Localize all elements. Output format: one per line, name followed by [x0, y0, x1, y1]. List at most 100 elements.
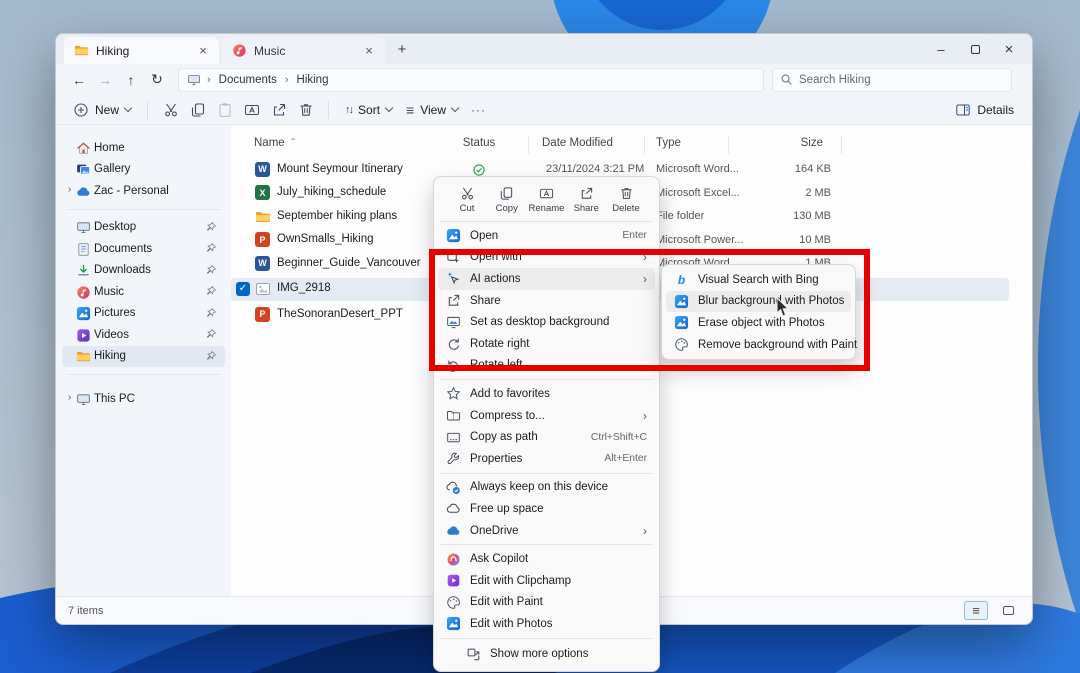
- rename-button[interactable]: [238, 98, 265, 122]
- image-file-icon: [255, 281, 271, 297]
- sidebar-item-home[interactable]: Home: [62, 137, 225, 159]
- sync-status-icon: [472, 163, 486, 177]
- sidebar-item-downloads[interactable]: Downloads: [62, 260, 225, 282]
- context-menu-item-open[interactable]: Open Enter: [438, 225, 655, 247]
- view-button[interactable]: ≡ View: [399, 98, 465, 122]
- menu-divider: [440, 221, 653, 222]
- search-input[interactable]: [799, 74, 1004, 86]
- cut-button[interactable]: [157, 98, 184, 122]
- minimize-button[interactable]: –: [924, 34, 958, 64]
- sidebar-item-label: Gallery: [94, 163, 130, 175]
- breadcrumb-item-documents[interactable]: Documents: [217, 73, 279, 87]
- rename-button[interactable]: Rename: [528, 184, 566, 216]
- sidebar-item-gallery[interactable]: Gallery: [62, 159, 225, 181]
- column-header-type[interactable]: Type: [656, 137, 681, 149]
- column-header-name[interactable]: Name⌃: [254, 137, 296, 149]
- context-menu-item-always-keep-on-device[interactable]: Always keep on this device: [438, 477, 655, 499]
- close-tab-icon[interactable]: ×: [195, 43, 211, 59]
- sidebar-item-desktop[interactable]: Desktop: [62, 217, 225, 239]
- tab-music[interactable]: Music ×: [222, 37, 385, 64]
- sidebar-divider: [66, 209, 221, 210]
- sidebar-item-this-pc[interactable]: › This PC: [62, 388, 225, 410]
- context-menu-item-edit-with-paint[interactable]: Edit with Paint: [438, 592, 655, 614]
- delete-button[interactable]: Delete: [607, 184, 645, 216]
- sidebar-item-documents[interactable]: Documents: [62, 238, 225, 260]
- column-divider[interactable]: [644, 136, 645, 154]
- context-menu-item-compress-to[interactable]: Compress to... ›: [438, 405, 655, 427]
- word-file-icon: W: [255, 162, 271, 178]
- copy-path-icon: [446, 430, 461, 445]
- back-button[interactable]: ←: [66, 68, 92, 92]
- close-tab-icon[interactable]: ×: [361, 43, 377, 59]
- column-divider[interactable]: [728, 136, 729, 154]
- quick-action-label: Delete: [612, 203, 639, 214]
- share-button[interactable]: [265, 98, 292, 122]
- pin-icon: [205, 264, 217, 276]
- sidebar-item-label: Documents: [94, 243, 152, 255]
- up-button[interactable]: ↑: [118, 68, 144, 92]
- sidebar-item-music[interactable]: Music: [62, 281, 225, 303]
- clipchamp-icon: [446, 573, 461, 588]
- details-view-button[interactable]: ≡: [964, 601, 988, 620]
- details-pane-button[interactable]: Details: [947, 98, 1022, 122]
- cut-button[interactable]: Cut: [448, 184, 486, 216]
- context-menu-item-onedrive[interactable]: OneDrive ›: [438, 520, 655, 542]
- menu-label: Copy as path: [470, 431, 582, 443]
- context-menu-item-properties[interactable]: Properties Alt+Enter: [438, 448, 655, 470]
- menu-label: Add to favorites: [470, 388, 647, 400]
- new-tab-button[interactable]: +: [392, 41, 412, 58]
- menu-label: Show more options: [490, 648, 647, 660]
- sidebar-item-label: Downloads: [94, 264, 151, 276]
- forward-button[interactable]: →: [92, 68, 118, 92]
- chevron-right-icon: ›: [207, 74, 211, 86]
- quick-action-label: Cut: [460, 203, 475, 214]
- column-divider[interactable]: [528, 136, 529, 154]
- column-headers: Name⌃ Status Date Modified Type Size: [231, 134, 1032, 158]
- more-options-button[interactable]: ···: [465, 98, 492, 122]
- context-menu-item-ask-copilot[interactable]: Ask Copilot: [438, 548, 655, 570]
- refresh-button[interactable]: ↻: [144, 68, 170, 92]
- context-menu-item-edit-with-photos[interactable]: Edit with Photos: [438, 613, 655, 635]
- context-menu-item-free-up-space[interactable]: Free up space: [438, 498, 655, 520]
- menu-label: Free up space: [470, 503, 647, 515]
- column-header-size[interactable]: Size: [723, 137, 823, 149]
- paint-icon: [446, 595, 461, 610]
- zip-folder-icon: [446, 408, 461, 423]
- pin-icon: [205, 328, 217, 340]
- file-type: File folder: [656, 210, 704, 222]
- copy-button[interactable]: Copy: [488, 184, 526, 216]
- sort-button[interactable]: ↑↓ Sort: [338, 99, 399, 121]
- context-menu-item-copy-as-path[interactable]: Copy as path Ctrl+Shift+C: [438, 426, 655, 448]
- sidebar-item-hiking[interactable]: Hiking: [62, 346, 225, 368]
- column-divider[interactable]: [841, 136, 842, 154]
- close-button[interactable]: ×: [992, 34, 1026, 64]
- menu-label: Edit with Photos: [470, 618, 647, 630]
- context-menu-item-add-to-favorites[interactable]: Add to favorites: [438, 383, 655, 405]
- folder-icon: [76, 349, 91, 364]
- column-header-status[interactable]: Status: [449, 137, 509, 149]
- copy-button[interactable]: [184, 98, 211, 122]
- file-name: September hiking plans: [277, 210, 397, 222]
- navigation-bar: ← → ↑ ↻ › Documents › Hiking: [56, 64, 1032, 95]
- tab-hiking[interactable]: Hiking ×: [64, 37, 219, 64]
- checkbox-checked[interactable]: ✓: [236, 282, 250, 296]
- navigation-sidebar: Home Gallery › Zac - Personal Desktop Do…: [56, 125, 231, 596]
- search-box[interactable]: [772, 68, 1012, 92]
- maximize-button[interactable]: [958, 34, 992, 64]
- context-menu-item-show-more-options[interactable]: Show more options: [438, 642, 655, 667]
- breadcrumb-item-hiking[interactable]: Hiking: [295, 73, 331, 87]
- sidebar-item-onedrive-personal[interactable]: › Zac - Personal: [62, 180, 225, 202]
- breadcrumb[interactable]: › Documents › Hiking: [178, 68, 764, 92]
- column-header-date-modified[interactable]: Date Modified: [542, 137, 613, 149]
- share-button[interactable]: Share: [567, 184, 605, 216]
- sidebar-item-pictures[interactable]: Pictures: [62, 303, 225, 325]
- thumbnail-view-button[interactable]: [996, 601, 1020, 620]
- context-menu-item-edit-with-clipchamp[interactable]: Edit with Clipchamp: [438, 570, 655, 592]
- plus-circle-icon: [73, 102, 89, 118]
- sidebar-item-videos[interactable]: Videos: [62, 324, 225, 346]
- command-toolbar: New ↑↓ Sort ≡ View ···: [56, 95, 1032, 125]
- menu-label: Properties: [470, 453, 595, 465]
- delete-button[interactable]: [292, 98, 319, 122]
- folder-icon: [74, 43, 89, 58]
- new-button[interactable]: New: [66, 98, 138, 122]
